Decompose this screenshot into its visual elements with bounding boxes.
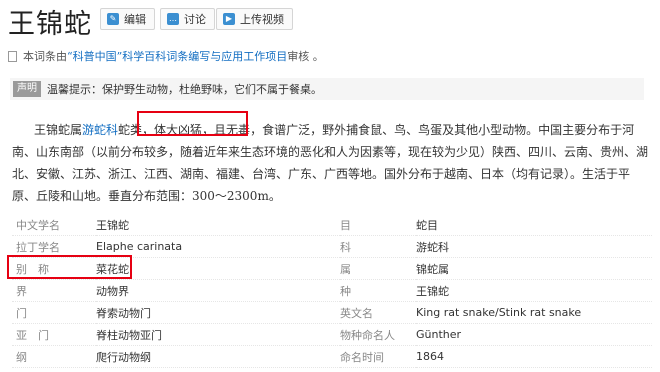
upload-video-button[interactable]: ▶ 上传视频	[216, 8, 293, 30]
notice-tag: 声明	[13, 81, 41, 97]
info-value: 爬行动物纲	[96, 345, 340, 368]
discuss-button[interactable]: … 讨论	[160, 8, 215, 30]
info-row: 亚 门脊柱动物亚门 物种命名人 Günther	[12, 323, 652, 346]
notice-text: 温馨提示：保护野生动物，杜绝野味，它们不属于餐桌。	[47, 83, 322, 96]
info-row: 纲爬行动物纲 命名时间 1864	[12, 345, 652, 368]
info-row: 门脊索动物门 英文名 King rat snake/Stink rat snake	[12, 301, 652, 324]
family-link[interactable]: 游蛇科	[82, 123, 118, 137]
info-value: 蛇目	[416, 214, 652, 236]
info-row: 中文学名 王锦蛇目蛇目	[12, 214, 652, 236]
info-value: Günther	[416, 323, 652, 346]
info-key: 命名时间	[340, 345, 416, 368]
play-icon: ▶	[223, 13, 235, 25]
intro-text-1: 王锦蛇属	[34, 123, 83, 137]
highlight-box-alias	[7, 255, 132, 279]
page-title: 王锦蛇	[8, 8, 92, 40]
info-value: King rat snake/Stink rat snake	[416, 301, 652, 324]
info-value: 游蛇科	[416, 235, 652, 258]
edit-label: 编辑	[124, 13, 146, 26]
info-value: 脊索动物门	[96, 301, 340, 324]
source-line: 本词条由 “科普中国”科学百科词条编写与应用工作项目 审核 。	[8, 48, 324, 64]
source-suffix: 审核 。	[287, 50, 324, 63]
info-key: 科	[340, 235, 416, 258]
discuss-label: 讨论	[184, 13, 206, 26]
edit-button[interactable]: ✎ 编辑	[100, 8, 155, 30]
info-key: 界	[12, 279, 96, 302]
info-value: 锦蛇属	[416, 257, 652, 280]
info-key: 物种命名人	[340, 323, 416, 346]
source-prefix: 本词条由	[23, 50, 67, 63]
info-key: 中文学名	[12, 214, 96, 236]
info-key: 英文名	[340, 301, 416, 324]
title-row: 王锦蛇	[8, 4, 92, 40]
info-key: 种	[340, 279, 416, 302]
source-org-link[interactable]: “科普中国”科学百科词条编写与应用工作项目	[67, 48, 287, 64]
info-key: 属	[340, 257, 416, 280]
info-value: 1864	[416, 345, 652, 368]
info-value: 王锦蛇	[416, 279, 652, 302]
pencil-icon: ✎	[107, 13, 119, 25]
highlight-box-intro	[137, 111, 248, 136]
info-key: 纲	[12, 345, 96, 368]
info-row: 界动物界种王锦蛇	[12, 279, 652, 302]
document-icon	[8, 50, 17, 62]
intro-paragraph: 王锦蛇属游蛇科蛇类，体大凶猛，且无毒，食谱广泛，野外捕食鼠、鸟、鸟蛋及其他小型动…	[12, 119, 648, 207]
comment-icon: …	[167, 13, 179, 25]
info-value: Elaphe carinata	[96, 235, 340, 258]
info-key: 亚 门	[12, 323, 96, 346]
info-key: 门	[12, 301, 96, 324]
basic-info-table: 中文学名 王锦蛇目蛇目 拉丁学名 Elaphe carinata 科游蛇科别 称菜花蛇属…	[12, 214, 652, 368]
info-key: 目	[340, 214, 416, 236]
notice-banner: 声明 温馨提示：保护野生动物，杜绝野味，它们不属于餐桌。	[10, 78, 644, 100]
info-value: 脊柱动物亚门	[96, 323, 340, 346]
upload-video-label: 上传视频	[240, 13, 284, 26]
info-value: 菜花蛇	[96, 257, 340, 280]
info-value: 动物界	[96, 279, 340, 302]
info-value: 王锦蛇	[96, 214, 340, 236]
